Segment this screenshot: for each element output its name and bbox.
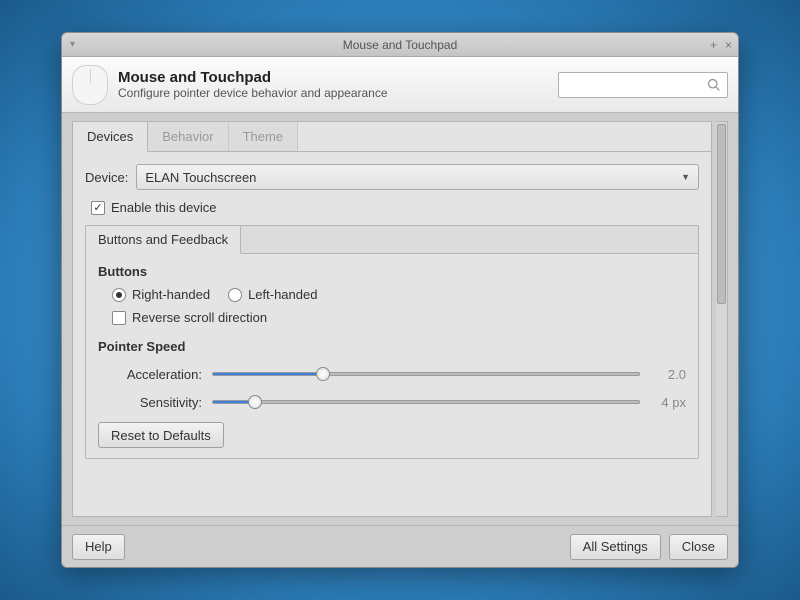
- top-tabs: Devices Behavior Theme: [73, 122, 711, 152]
- sensitivity-slider[interactable]: [212, 394, 640, 410]
- chevron-down-icon: ▼: [681, 172, 690, 182]
- window-close-icon[interactable]: ×: [725, 38, 732, 52]
- radio-icon: [112, 288, 126, 302]
- radio-icon: [228, 288, 242, 302]
- device-select[interactable]: ELAN Touchscreen ▼: [136, 164, 699, 190]
- search-icon: [707, 78, 721, 92]
- all-settings-button[interactable]: All Settings: [570, 534, 661, 560]
- tab-buttons-feedback[interactable]: Buttons and Feedback: [86, 226, 241, 254]
- scrollbar[interactable]: [716, 121, 728, 517]
- reverse-scroll-label: Reverse scroll direction: [132, 310, 267, 325]
- slider-thumb-icon[interactable]: [248, 395, 262, 409]
- pointer-speed-group-label: Pointer Speed: [98, 339, 686, 354]
- buttons-group-label: Buttons: [98, 264, 686, 279]
- radio-right-handed[interactable]: Right-handed: [112, 287, 210, 302]
- radio-left-handed[interactable]: Left-handed: [228, 287, 317, 302]
- footer: Help All Settings Close: [62, 525, 738, 567]
- mouse-icon: [72, 65, 108, 105]
- sensitivity-label: Sensitivity:: [112, 395, 202, 410]
- window-menu-icon[interactable]: ▾: [70, 39, 75, 50]
- window-minimize-icon[interactable]: +: [710, 38, 717, 52]
- main-panel: Devices Behavior Theme Device: ELAN Touc…: [72, 121, 712, 517]
- page-subtitle: Configure pointer device behavior and ap…: [118, 86, 548, 100]
- checkbox-icon: [112, 311, 126, 325]
- left-handed-label: Left-handed: [248, 287, 317, 302]
- acceleration-label: Acceleration:: [112, 367, 202, 382]
- right-handed-label: Right-handed: [132, 287, 210, 302]
- device-selected: ELAN Touchscreen: [145, 170, 256, 185]
- help-button[interactable]: Help: [72, 534, 125, 560]
- sensitivity-value: 4 px: [650, 395, 686, 410]
- window-title: Mouse and Touchpad: [343, 38, 458, 52]
- close-button[interactable]: Close: [669, 534, 728, 560]
- checkbox-icon: ✓: [91, 201, 105, 215]
- tab-devices[interactable]: Devices: [73, 122, 148, 152]
- reverse-scroll-checkbox[interactable]: Reverse scroll direction: [112, 310, 686, 325]
- enable-device-label: Enable this device: [111, 200, 217, 215]
- search-input[interactable]: [558, 72, 728, 98]
- slider-thumb-icon[interactable]: [316, 367, 330, 381]
- titlebar[interactable]: ▾ Mouse and Touchpad + ×: [62, 33, 738, 57]
- enable-device-checkbox[interactable]: ✓ Enable this device: [91, 200, 699, 215]
- tab-theme[interactable]: Theme: [229, 122, 298, 151]
- header: Mouse and Touchpad Configure pointer dev…: [62, 57, 738, 113]
- acceleration-slider[interactable]: [212, 366, 640, 382]
- scrollbar-thumb[interactable]: [717, 124, 726, 304]
- reset-defaults-button[interactable]: Reset to Defaults: [98, 422, 224, 448]
- tab-behavior[interactable]: Behavior: [148, 122, 228, 151]
- device-label: Device:: [85, 170, 128, 185]
- acceleration-value: 2.0: [650, 367, 686, 382]
- page-title: Mouse and Touchpad: [118, 69, 548, 86]
- settings-window: ▾ Mouse and Touchpad + × Mouse and Touch…: [61, 32, 739, 568]
